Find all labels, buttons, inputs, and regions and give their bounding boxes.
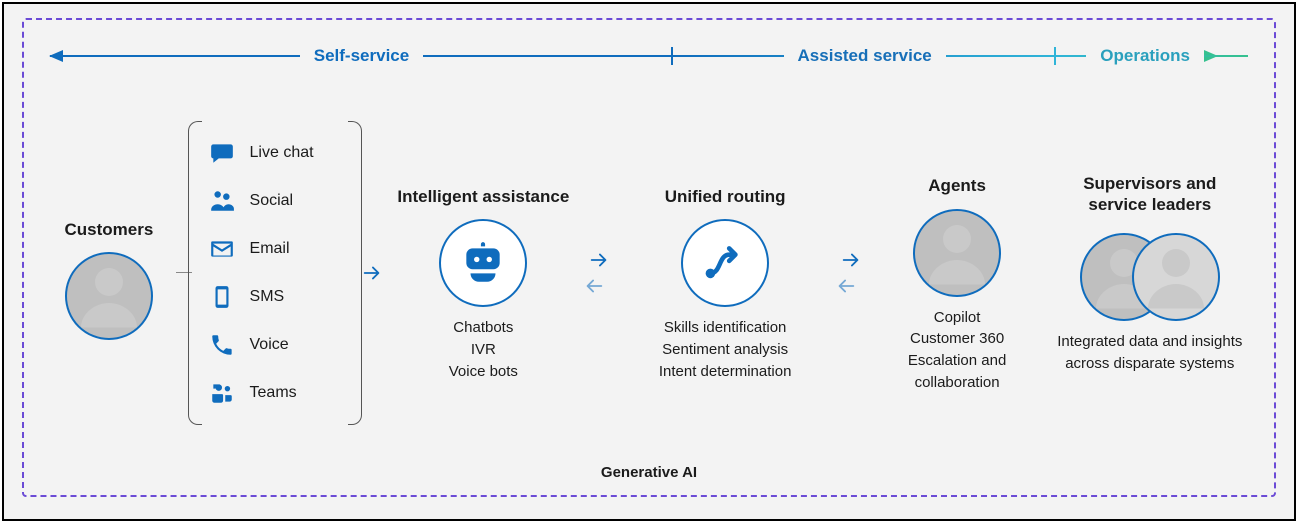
list-item: IVR [449, 339, 518, 361]
routing-icon [681, 219, 769, 307]
channel-teams: Teams [208, 379, 350, 407]
intelligent-assistance-title: Intelligent assistance [397, 163, 569, 207]
channel-email: Email [208, 235, 350, 263]
list-item: Escalation and collaboration [879, 350, 1036, 394]
sms-icon [208, 283, 236, 311]
timeline-label-self-service: Self-service [300, 46, 423, 66]
agents-items: Copilot Customer 360 Escalation and coll… [879, 307, 1036, 394]
bot-icon [439, 219, 527, 307]
customer-avatar [65, 252, 153, 340]
email-icon [208, 235, 236, 263]
list-item: Skills identification [659, 317, 792, 339]
diagram-frame: Self-service Assisted service Operations… [2, 2, 1296, 521]
channel-label: Live chat [250, 144, 314, 162]
channel-label: Email [250, 240, 290, 258]
supervisors-avatars [1080, 227, 1220, 321]
unified-routing-column: Unified routing Skills identification Se… [627, 163, 823, 382]
agents-column: Agents Copilot Customer 360 Escalation a… [879, 153, 1036, 394]
list-item: Intent determination [659, 361, 792, 383]
timeline: Self-service Assisted service Operations [50, 38, 1248, 74]
channel-sms: SMS [208, 283, 350, 311]
bidirectional-arrow [831, 249, 870, 297]
agent-avatar [913, 209, 1001, 297]
list-item: Customer 360 [879, 328, 1036, 350]
bracket-right [348, 121, 362, 425]
channel-label: Voice [250, 336, 289, 354]
unified-routing-title: Unified routing [665, 163, 786, 207]
supervisors-title: Supervisors and service leaders [1052, 171, 1248, 215]
list-item: Copilot [879, 307, 1036, 329]
channel-live-chat: Live chat [208, 139, 350, 167]
list-item: Sentiment analysis [659, 339, 792, 361]
supervisor-avatar-2 [1132, 233, 1220, 321]
flow-arrow-right [358, 262, 387, 284]
chat-icon [208, 139, 236, 167]
intelligent-assistance-column: Intelligent assistance Chatbots IVR Voic… [395, 163, 572, 382]
agents-title: Agents [928, 153, 986, 197]
list-item: Voice bots [449, 361, 518, 383]
social-icon [208, 187, 236, 215]
timeline-label-operations: Operations [1086, 46, 1204, 66]
channel-label: SMS [250, 288, 285, 306]
supervisors-column: Supervisors and service leaders Integrat… [1052, 171, 1248, 375]
generative-ai-footer: Generative AI [50, 462, 1248, 481]
flow-row: Customers Live chat Social [50, 74, 1248, 462]
timeline-label-assisted: Assisted service [784, 46, 946, 66]
customers-column: Customers [50, 196, 168, 350]
channel-label: Social [250, 192, 294, 210]
intelligent-assistance-items: Chatbots IVR Voice bots [449, 317, 518, 382]
voice-icon [208, 331, 236, 359]
channel-social: Social [208, 187, 350, 215]
teams-icon [208, 379, 236, 407]
channel-label: Teams [250, 384, 297, 402]
channel-voice: Voice [208, 331, 350, 359]
dashed-container: Self-service Assisted service Operations… [22, 18, 1276, 497]
customers-title: Customers [65, 196, 154, 240]
channels-column: Live chat Social Email SMS [200, 121, 350, 425]
list-item: Chatbots [449, 317, 518, 339]
supervisors-desc: Integrated data and insights across disp… [1052, 331, 1248, 375]
bidirectional-arrow [580, 249, 619, 297]
unified-routing-items: Skills identification Sentiment analysis… [659, 317, 792, 382]
